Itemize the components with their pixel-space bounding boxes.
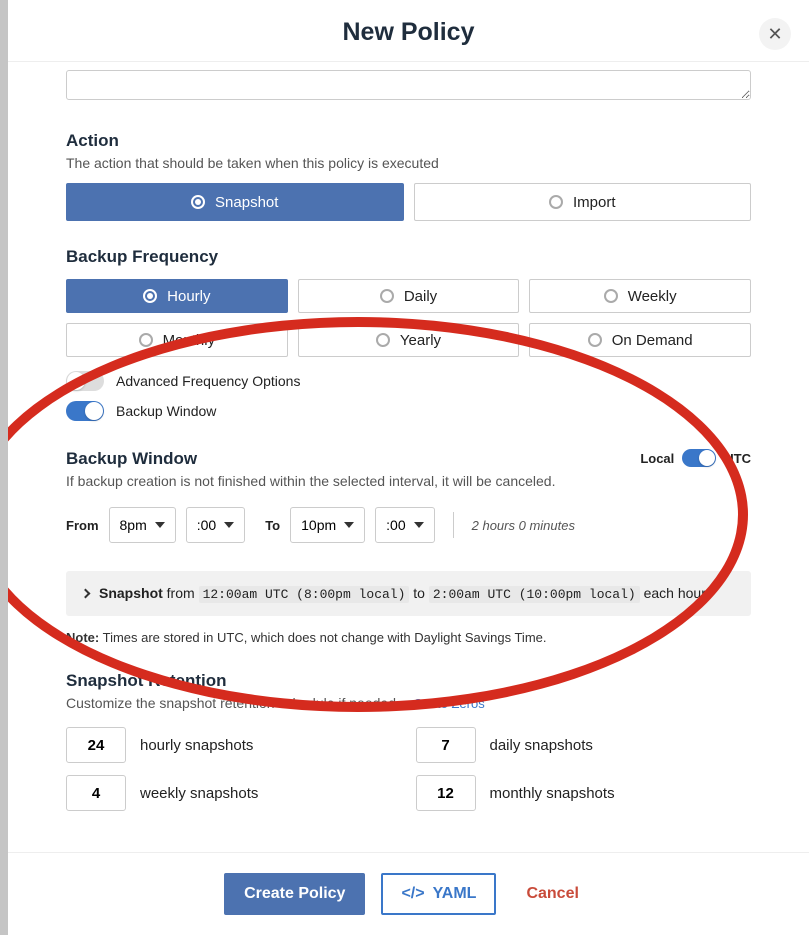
modal-title: New Policy bbox=[28, 18, 789, 47]
action-import-label: Import bbox=[573, 194, 616, 211]
timezone-switch: Local UTC bbox=[640, 449, 751, 467]
freq-yearly-label: Yearly bbox=[400, 332, 441, 349]
daily-retention-input[interactable] bbox=[416, 727, 476, 763]
hourly-retention-input[interactable] bbox=[66, 727, 126, 763]
action-section: Action The action that should be taken w… bbox=[66, 131, 751, 221]
freq-hourly-label: Hourly bbox=[167, 288, 210, 305]
chevron-down-icon bbox=[155, 522, 165, 528]
retention-section: Snapshot Retention Customize the snapsho… bbox=[66, 671, 751, 811]
action-title: Action bbox=[66, 131, 751, 151]
radio-icon bbox=[376, 333, 390, 347]
time-range-row: From 8pm :00 To 10pm :00 2 hours 0 minut… bbox=[66, 507, 751, 543]
summary-to-word: to bbox=[413, 585, 425, 601]
yaml-button[interactable]: </> YAML bbox=[381, 873, 496, 915]
close-icon: ✕ bbox=[767, 24, 782, 45]
divider bbox=[453, 512, 454, 538]
description-textarea[interactable] bbox=[66, 70, 751, 100]
from-minute-select[interactable]: :00 bbox=[186, 507, 245, 543]
radio-icon bbox=[549, 195, 563, 209]
hourly-retention-label: hourly snapshots bbox=[140, 737, 402, 754]
freq-hourly[interactable]: Hourly bbox=[66, 279, 288, 313]
summary-from-word: from bbox=[167, 585, 195, 601]
radio-icon bbox=[380, 289, 394, 303]
action-import-option[interactable]: Import bbox=[414, 183, 752, 221]
create-policy-button[interactable]: Create Policy bbox=[224, 873, 365, 915]
to-hour-select[interactable]: 10pm bbox=[290, 507, 365, 543]
freq-weekly-label: Weekly bbox=[628, 288, 677, 305]
action-snapshot-option[interactable]: Snapshot bbox=[66, 183, 404, 221]
duration-text: 2 hours 0 minutes bbox=[472, 518, 575, 533]
modal-body[interactable]: Action The action that should be taken w… bbox=[8, 62, 809, 852]
freq-yearly[interactable]: Yearly bbox=[298, 323, 520, 357]
close-button[interactable]: ✕ bbox=[759, 18, 791, 50]
freq-monthly-label: Monthly bbox=[163, 332, 216, 349]
from-hour-value: 8pm bbox=[120, 517, 147, 533]
to-min-value: :00 bbox=[386, 517, 405, 533]
freq-ondemand[interactable]: On Demand bbox=[529, 323, 751, 357]
cancel-button[interactable]: Cancel bbox=[512, 875, 592, 913]
frequency-title: Backup Frequency bbox=[66, 247, 751, 267]
set-to-zeros-link[interactable]: Set to Zeros bbox=[414, 696, 485, 711]
action-snapshot-label: Snapshot bbox=[215, 194, 278, 211]
weekly-retention-label: weekly snapshots bbox=[140, 785, 402, 802]
tz-local-label: Local bbox=[640, 451, 674, 466]
from-min-value: :00 bbox=[197, 517, 216, 533]
note-text: Times are stored in UTC, which does not … bbox=[103, 630, 547, 645]
from-hour-select[interactable]: 8pm bbox=[109, 507, 176, 543]
advanced-options-label: Advanced Frequency Options bbox=[116, 373, 300, 389]
chevron-down-icon bbox=[414, 522, 424, 528]
yaml-label: YAML bbox=[433, 885, 477, 903]
summary-snapshot: Snapshot bbox=[99, 585, 163, 601]
frequency-section: Backup Frequency Hourly Daily Weekly Mon… bbox=[66, 247, 751, 421]
tz-utc-label: UTC bbox=[724, 451, 751, 466]
weekly-retention-input[interactable] bbox=[66, 775, 126, 811]
new-policy-modal: New Policy ✕ Action The action that shou… bbox=[8, 0, 809, 935]
radio-icon bbox=[604, 289, 618, 303]
retention-desc: Customize the snapshot retention schedul… bbox=[66, 695, 400, 711]
to-label: To bbox=[265, 518, 280, 533]
backup-window-title: Backup Window bbox=[66, 449, 556, 469]
modal-header: New Policy ✕ bbox=[8, 0, 809, 62]
advanced-options-toggle[interactable] bbox=[66, 371, 104, 391]
radio-icon bbox=[139, 333, 153, 347]
action-desc: The action that should be taken when thi… bbox=[66, 155, 751, 171]
summary-to-time: 2:00am UTC (10:00pm local) bbox=[429, 586, 640, 603]
backup-window-desc: If backup creation is not finished withi… bbox=[66, 473, 556, 489]
code-icon: </> bbox=[401, 885, 424, 903]
backup-window-toggle-label: Backup Window bbox=[116, 403, 216, 419]
tz-toggle[interactable] bbox=[682, 449, 716, 467]
radio-icon bbox=[588, 333, 602, 347]
summary-from-time: 12:00am UTC (8:00pm local) bbox=[199, 586, 410, 603]
utc-note: Note: Times are stored in UTC, which doe… bbox=[66, 630, 751, 645]
freq-weekly[interactable]: Weekly bbox=[529, 279, 751, 313]
from-label: From bbox=[66, 518, 99, 533]
chevron-right-icon bbox=[81, 589, 91, 599]
modal-footer: Create Policy </> YAML Cancel bbox=[8, 852, 809, 935]
freq-daily-label: Daily bbox=[404, 288, 437, 305]
backup-window-header: Backup Window If backup creation is not … bbox=[66, 449, 751, 489]
schedule-summary[interactable]: Snapshot from 12:00am UTC (8:00pm local)… bbox=[66, 571, 751, 616]
freq-ondemand-label: On Demand bbox=[612, 332, 693, 349]
daily-retention-label: daily snapshots bbox=[490, 737, 752, 754]
chevron-down-icon bbox=[344, 522, 354, 528]
freq-daily[interactable]: Daily bbox=[298, 279, 520, 313]
note-label: Note: bbox=[66, 630, 99, 645]
chevron-down-icon bbox=[224, 522, 234, 528]
radio-icon bbox=[143, 289, 157, 303]
freq-monthly[interactable]: Monthly bbox=[66, 323, 288, 357]
to-minute-select[interactable]: :00 bbox=[375, 507, 434, 543]
backup-window-toggle[interactable] bbox=[66, 401, 104, 421]
summary-suffix: each hour bbox=[644, 585, 706, 601]
monthly-retention-label: monthly snapshots bbox=[490, 785, 752, 802]
to-hour-value: 10pm bbox=[301, 517, 336, 533]
radio-icon bbox=[191, 195, 205, 209]
monthly-retention-input[interactable] bbox=[416, 775, 476, 811]
retention-title: Snapshot Retention bbox=[66, 671, 751, 691]
